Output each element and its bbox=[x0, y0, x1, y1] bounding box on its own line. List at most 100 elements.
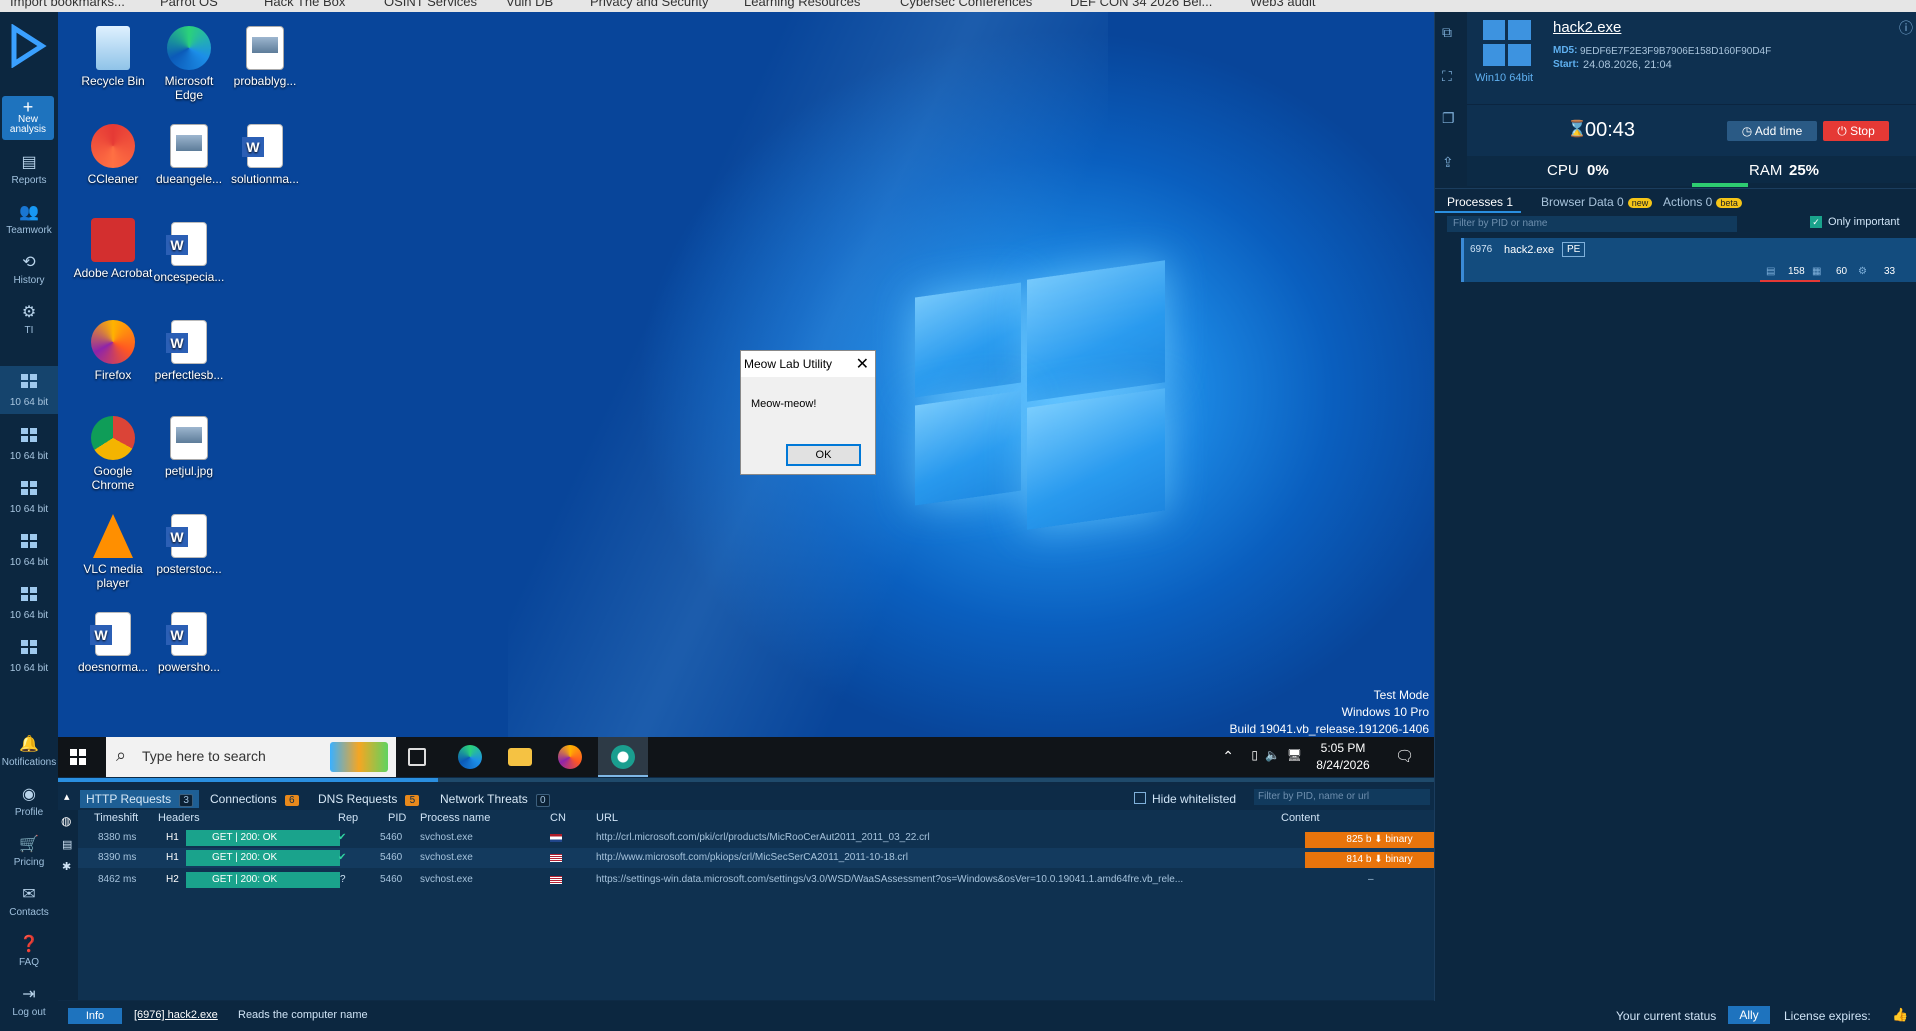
table-row[interactable]: 8390 ms H1 GET | 200: OK ✔ 5460 svchost.… bbox=[78, 848, 1454, 868]
col-cn[interactable]: CN bbox=[550, 812, 566, 824]
upload-icon[interactable]: ⇪ bbox=[1442, 154, 1454, 171]
bookmark[interactable]: DEF CON 34 2026 Bel... bbox=[1070, 0, 1212, 9]
desktop-icon[interactable]: W oncespecia... bbox=[149, 222, 229, 284]
ok-button[interactable]: OK bbox=[786, 444, 861, 466]
copy-icon[interactable]: ❐ bbox=[1442, 110, 1455, 127]
desktop-icon[interactable]: dueangele... bbox=[149, 124, 229, 186]
desktop-icon[interactable]: CCleaner bbox=[73, 124, 153, 186]
vm-tab[interactable]: 10 64 bit bbox=[0, 420, 58, 468]
tab-connections[interactable]: Connections 6 bbox=[204, 790, 305, 808]
chevron-up-icon[interactable]: ⌃ bbox=[1222, 748, 1234, 765]
nav-faq[interactable]: ❓ FAQ bbox=[0, 934, 58, 968]
bookmark[interactable]: Web3 audit bbox=[1250, 0, 1316, 9]
info-icon[interactable]: ⓘ bbox=[1899, 18, 1913, 38]
file-icon[interactable]: ▤ bbox=[62, 838, 72, 851]
col-url[interactable]: URL bbox=[596, 812, 618, 824]
tab-network-threats[interactable]: Network Threats 0 bbox=[434, 790, 556, 808]
bug-icon[interactable]: ✱ bbox=[62, 860, 71, 873]
desktop-icon[interactable]: Recycle Bin bbox=[73, 26, 153, 88]
col-timeshift[interactable]: Timeshift bbox=[94, 812, 138, 824]
vm-tab[interactable]: 10 64 bit bbox=[0, 632, 58, 680]
vm-tab[interactable]: 10 64 bit bbox=[0, 526, 58, 574]
stop-button[interactable]: ⏻ Stop bbox=[1823, 121, 1889, 141]
fullscreen-icon[interactable]: ⛶ bbox=[1442, 68, 1452, 85]
col-process[interactable]: Process name bbox=[420, 812, 490, 824]
table-row[interactable]: 8380 ms H1 GET | 200: OK ✔ 5460 svchost.… bbox=[78, 828, 1454, 848]
nav-pricing[interactable]: 🛒 Pricing bbox=[0, 834, 58, 868]
bookmark[interactable]: Cybersec Conferences bbox=[900, 0, 1032, 9]
active-app-slot[interactable] bbox=[598, 737, 648, 777]
desktop-icon[interactable]: W solutionma... bbox=[225, 124, 305, 186]
network-icon[interactable]: 🖥 bbox=[1287, 748, 1302, 762]
footer-process-link[interactable]: [6976] hack2.exe bbox=[134, 1009, 218, 1021]
battery-icon[interactable]: ▯ bbox=[1251, 748, 1258, 762]
vm-tab[interactable]: 10 64 bit bbox=[0, 366, 58, 414]
nav-teamwork[interactable]: 👥 Teamwork bbox=[0, 202, 58, 236]
logo-icon[interactable] bbox=[8, 23, 48, 69]
vm-tab[interactable]: 10 64 bit bbox=[0, 473, 58, 521]
col-rep[interactable]: Rep bbox=[338, 812, 358, 824]
desktop-icon[interactable]: W perfectlesb... bbox=[149, 320, 229, 382]
avatar: ◉ bbox=[22, 786, 36, 803]
desktop-icon[interactable]: petjul.jpg bbox=[149, 416, 229, 478]
nav-history[interactable]: ⟲ History bbox=[0, 252, 58, 286]
bookmark[interactable]: Privacy and Security bbox=[590, 0, 709, 9]
file-explorer-icon[interactable] bbox=[508, 748, 532, 766]
task-filename[interactable]: hack2.exe bbox=[1553, 19, 1621, 36]
nav-notifications[interactable]: 🔔 Notifications bbox=[0, 734, 58, 768]
desktop-icon[interactable]: W posterstoc... bbox=[149, 514, 229, 576]
task-view-icon[interactable] bbox=[408, 748, 426, 766]
tab-dns-requests[interactable]: DNS Requests 5 bbox=[312, 790, 425, 808]
globe-icon[interactable]: ◍ bbox=[61, 814, 71, 828]
tab-actions[interactable]: Actions 0 beta bbox=[1663, 195, 1742, 209]
bookmark[interactable]: Hack The Box bbox=[264, 0, 345, 9]
taskbar-search[interactable]: ⌕ Type here to search bbox=[106, 737, 396, 777]
hide-whitelisted-checkbox[interactable] bbox=[1134, 792, 1146, 804]
edge-taskbar-icon[interactable] bbox=[458, 745, 482, 769]
process-item[interactable]: 6976 hack2.exe PE ▤ 158 ▦ 60 ⚙ 33 bbox=[1461, 238, 1916, 282]
volume-icon[interactable]: 🔈 bbox=[1265, 748, 1280, 762]
desktop-icon[interactable]: Adobe Acrobat bbox=[73, 218, 153, 280]
col-pid[interactable]: PID bbox=[388, 812, 406, 824]
vm-desktop[interactable]: Recycle Bin Microsoft Edge probablyg... … bbox=[58, 12, 1434, 737]
bookmark[interactable]: Parrot OS bbox=[160, 0, 218, 9]
vm-tab[interactable]: 10 64 bit bbox=[0, 579, 58, 627]
process-filter-input[interactable]: Filter by PID or name bbox=[1447, 216, 1737, 232]
bookmark[interactable]: Learning Resources bbox=[744, 0, 860, 9]
firefox-taskbar-icon[interactable] bbox=[558, 745, 582, 769]
desktop-icon[interactable]: Google Chrome bbox=[73, 416, 153, 492]
only-important-checkbox[interactable]: ✓ bbox=[1810, 216, 1822, 228]
tab-processes[interactable]: Processes 1 bbox=[1447, 195, 1513, 209]
desktop-icon[interactable]: W powersho... bbox=[149, 612, 229, 674]
thumbs-up-icon[interactable]: 👍 bbox=[1892, 1007, 1908, 1023]
bookmark[interactable]: Import bookmarks... bbox=[10, 0, 125, 9]
clock[interactable]: 5:05 PM 8/24/2026 bbox=[1312, 741, 1374, 772]
notification-center-icon[interactable]: 🗨 bbox=[1395, 747, 1414, 765]
nav-contacts[interactable]: ✉ Contacts bbox=[0, 884, 58, 918]
open-external-icon[interactable]: ⧉ bbox=[1442, 24, 1452, 41]
status-badge[interactable]: Ally bbox=[1728, 1006, 1770, 1024]
desktop-icon[interactable]: VLC media player bbox=[73, 514, 153, 590]
col-headers[interactable]: Headers bbox=[158, 812, 200, 824]
start-button[interactable] bbox=[70, 749, 86, 765]
tab-http-requests[interactable]: HTTP Requests 3 bbox=[80, 790, 200, 808]
network-filter-input[interactable]: Filter by PID, name or url bbox=[1254, 789, 1430, 805]
nav-reports[interactable]: ▤ Reports bbox=[0, 152, 58, 186]
collapse-icon[interactable]: ▴ bbox=[64, 790, 70, 803]
nav-profile[interactable]: ◉ Profile bbox=[0, 784, 58, 818]
bookmark[interactable]: Vuln DB bbox=[506, 0, 553, 9]
nav-ti[interactable]: ⚙ TI bbox=[0, 302, 58, 336]
add-time-button[interactable]: ◷ Add time bbox=[1727, 121, 1817, 141]
desktop-icon[interactable]: Microsoft Edge bbox=[149, 26, 229, 102]
table-row[interactable]: 8462 ms H2 GET | 200: OK ? 5460 svchost.… bbox=[78, 870, 1434, 890]
col-content[interactable]: Content bbox=[1281, 812, 1320, 824]
close-icon[interactable]: ✕ bbox=[856, 354, 869, 374]
new-analysis-button[interactable]: + New analysis bbox=[2, 96, 54, 140]
reputation-ok-icon: ✔ bbox=[338, 852, 347, 863]
tab-browser-data[interactable]: Browser Data 0 new bbox=[1541, 195, 1653, 209]
desktop-icon[interactable]: probablyg... bbox=[225, 26, 305, 88]
nav-logout[interactable]: ⇥ Log out bbox=[0, 984, 58, 1018]
desktop-icon[interactable]: Firefox bbox=[73, 320, 153, 382]
desktop-icon[interactable]: W doesnorma... bbox=[73, 612, 153, 674]
bookmark[interactable]: OSINT Services bbox=[384, 0, 477, 9]
